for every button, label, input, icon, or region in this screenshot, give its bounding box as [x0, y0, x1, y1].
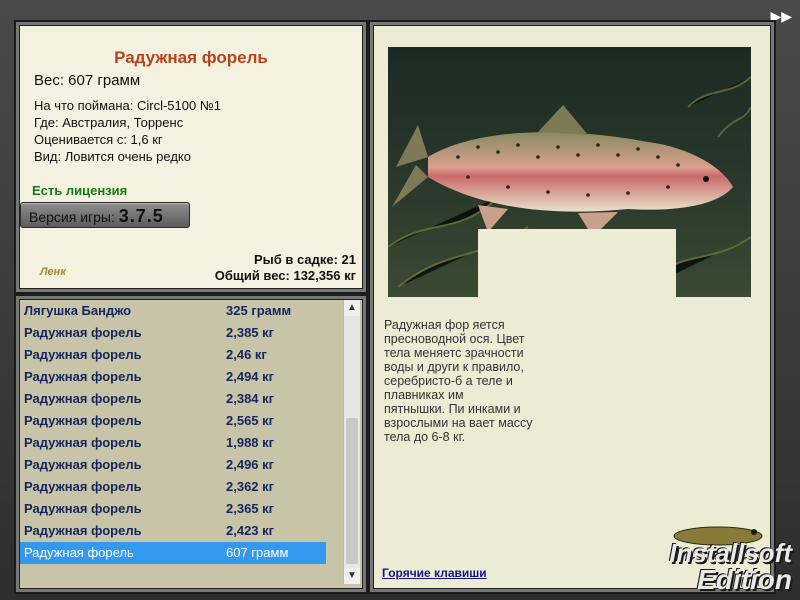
- description-line: серебристо-б а теле и: [384, 374, 513, 388]
- catch-list-row[interactable]: Радужная форель 2,423 кг: [20, 520, 326, 542]
- description-line: пресноводной ося. Цвет: [384, 332, 525, 346]
- catch-name: Радужная форель: [24, 325, 142, 340]
- fish-detail-panel: Радужная фор яется пресноводной ося. Цвет…: [368, 20, 776, 594]
- fish-lure: На что поймана: Circl-5100 №1: [34, 98, 222, 113]
- catch-name: Радужная форель: [24, 413, 142, 428]
- catch-name: Радужная форель: [24, 545, 134, 560]
- description-line: тела меняетс зрачности: [384, 346, 524, 360]
- watermark-line2: Edition: [697, 564, 792, 595]
- list-scrollbar[interactable]: ▲ ▼: [343, 300, 360, 584]
- catch-list-row[interactable]: Радужная форель 2,365 кг: [20, 498, 326, 520]
- license-status: Есть лицензия: [32, 183, 128, 198]
- scroll-up-icon[interactable]: ▲: [344, 300, 360, 316]
- catch-name: Радужная форель: [24, 369, 142, 384]
- scroll-down-icon[interactable]: ▼: [344, 568, 360, 584]
- catch-name: Радужная форель: [24, 501, 142, 516]
- catch-list-row[interactable]: Радужная форель 2,362 кг: [20, 476, 326, 498]
- catch-list-row[interactable]: Радужная форель 2,384 кг: [20, 388, 326, 410]
- catch-stats: Рыб в садке: 21 Общий вес: 132,356 кг: [215, 252, 356, 284]
- catch-name: Радужная форель: [24, 435, 142, 450]
- total-weight: Общий вес: 132,356 кг: [214, 268, 356, 283]
- catch-weight: 325 грамм: [226, 303, 292, 318]
- menu-logo[interactable]: Ленк: [40, 266, 66, 278]
- hotkeys-link[interactable]: Горячие клавиши: [382, 566, 487, 580]
- catch-list-row[interactable]: Радужная форель 2,494 кг: [20, 366, 326, 388]
- catch-weight: 2,496 кг: [226, 457, 275, 472]
- catch-list-row[interactable]: Радужная форель 2,385 кг: [20, 322, 326, 344]
- catch-list-row[interactable]: Радужная форель 2,46 кг: [20, 344, 326, 366]
- catch-name: Радужная форель: [24, 457, 142, 472]
- catch-weight: 2,362 кг: [226, 479, 275, 494]
- description-line: Радужная фор яется: [384, 318, 505, 332]
- catch-name: Радужная форель: [24, 523, 142, 538]
- description-line: пятнышки. Пи инками и: [384, 402, 521, 416]
- fish-description: Радужная фор яется пресноводной ося. Цвет…: [384, 318, 756, 444]
- catch-weight: 1,988 кг: [226, 435, 275, 450]
- description-line: взрослыми на вает массу: [384, 416, 533, 430]
- fish-value: Оценивается с: 1,6 кг: [34, 132, 163, 147]
- catch-weight: 2,565 кг: [226, 413, 275, 428]
- fish-weight: Вес: 607 грамм: [34, 72, 141, 89]
- catch-list-row[interactable]: Лягушка Банджо 325 грамм: [20, 300, 326, 322]
- description-line: воды и други к правило,: [384, 360, 524, 374]
- installsoft-watermark: Installsoft Edition: [640, 520, 800, 600]
- fish-info-panel: Радужная форель Вес: 607 грамм На что по…: [14, 20, 368, 294]
- fish-details: На что поймана: Circl-5100 №1 Где: Австр…: [34, 97, 221, 165]
- catch-name: Радужная форель: [24, 479, 142, 494]
- catch-list-panel: Лягушка Банджо 325 грамм Радужная форель 2,…: [14, 294, 368, 594]
- version-badge: Версия игры: 3.7.5: [20, 202, 190, 228]
- fish-title: Радужная форель: [114, 48, 268, 67]
- catch-weight: 2,365 кг: [226, 501, 275, 516]
- catch-name: Радужная форель: [24, 391, 142, 406]
- catch-list[interactable]: Лягушка Банджо 325 грамм Радужная форель 2,…: [20, 300, 326, 582]
- catch-weight: 2,494 кг: [226, 369, 275, 384]
- fish-rarity: Вид: Ловится очень редко: [34, 149, 191, 164]
- catch-name: Радужная форель: [24, 347, 142, 362]
- catch-list-row[interactable]: Радужная форель 607 грамм: [20, 542, 326, 564]
- catch-weight: 2,423 кг: [226, 523, 275, 538]
- catch-list-row[interactable]: Радужная форель 2,565 кг: [20, 410, 326, 432]
- catch-weight: 2,384 кг: [226, 391, 275, 406]
- description-line: плавниках им: [384, 388, 464, 402]
- fish-location: Где: Австралия, Торренс: [34, 115, 184, 130]
- game-window: ▶▶ Радужная форель Вес: 607 грамм На что…: [0, 0, 800, 600]
- catch-list-row[interactable]: Радужная форель 2,496 кг: [20, 454, 326, 476]
- version-label: Версия игры:: [29, 209, 115, 225]
- description-line: тела до 6-8 кг.: [384, 430, 466, 444]
- catch-weight: 2,46 кг: [226, 347, 267, 362]
- version-number: 3.7.5: [118, 206, 164, 226]
- cage-count: Рыб в садке: 21: [253, 252, 356, 267]
- catch-weight: 607 грамм: [226, 545, 289, 560]
- catch-list-row[interactable]: Радужная форель 1,988 кг: [20, 432, 326, 454]
- scroll-thumb[interactable]: [346, 418, 358, 564]
- catch-weight: 2,385 кг: [226, 325, 275, 340]
- catch-name: Лягушка Банджо: [24, 303, 132, 318]
